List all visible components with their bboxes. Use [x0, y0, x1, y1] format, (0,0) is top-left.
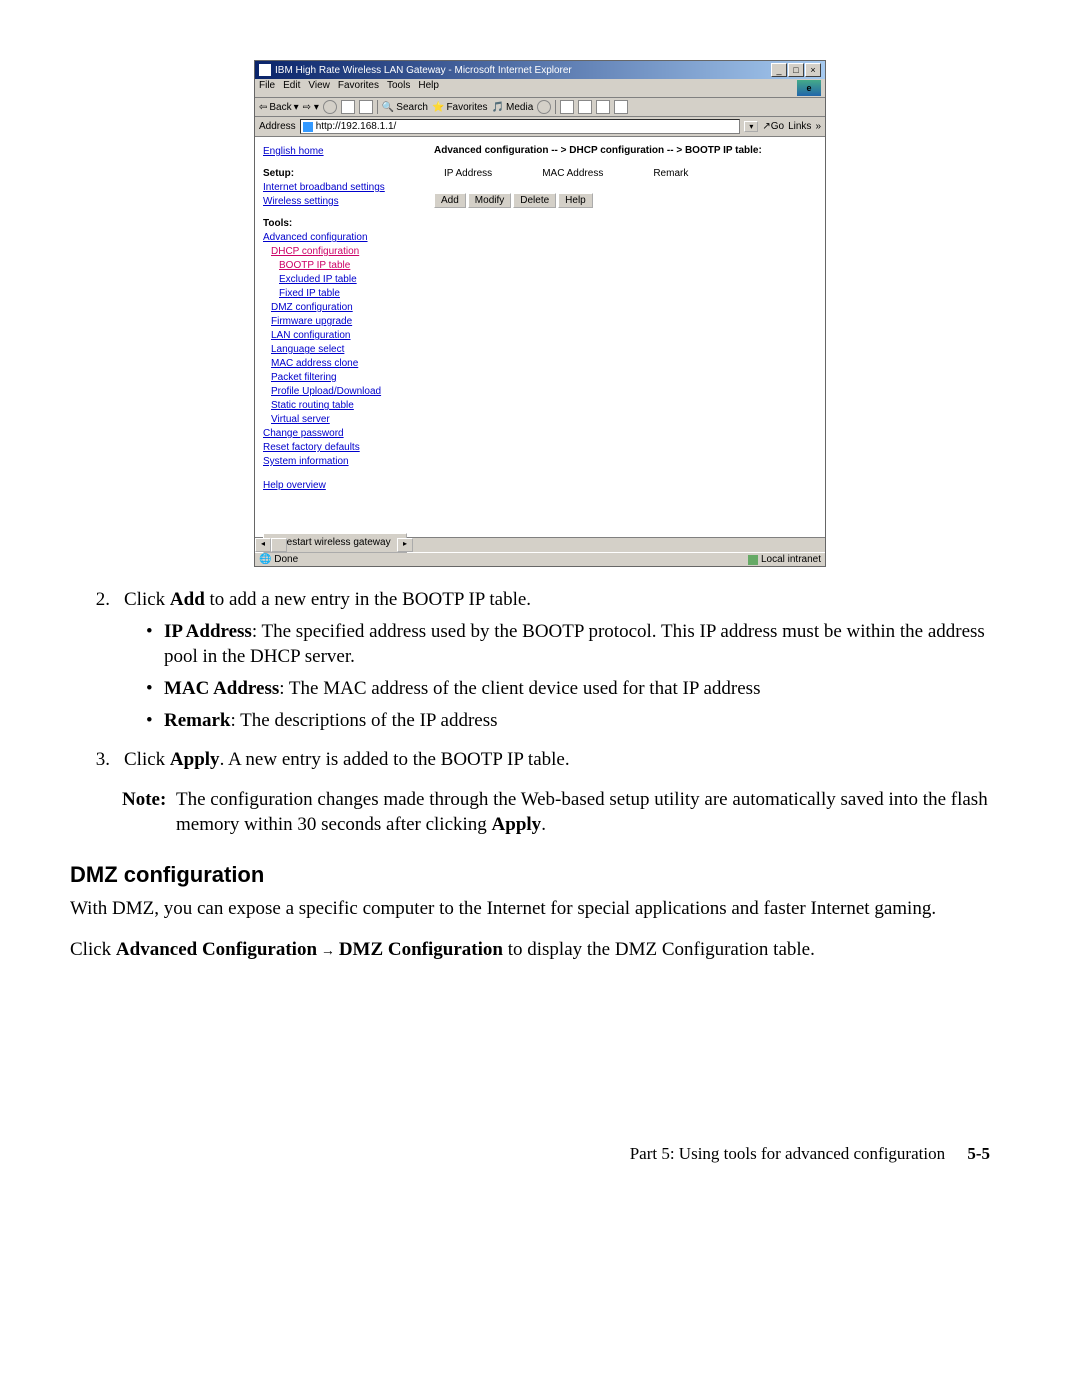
- scroll-left-icon[interactable]: ◂: [255, 538, 271, 552]
- document-body: 2. Click Add to add a new entry in the B…: [70, 587, 1010, 1166]
- minimize-button[interactable]: _: [771, 63, 787, 77]
- nav-mac-clone[interactable]: MAC address clone: [271, 357, 418, 371]
- menu-edit[interactable]: Edit: [283, 80, 300, 96]
- scroll-thumb[interactable]: [271, 538, 287, 552]
- nav-wireless-settings[interactable]: Wireless settings: [263, 195, 418, 209]
- titlebar: IBM High Rate Wireless LAN Gateway - Mic…: [255, 61, 825, 79]
- nav-static-routing[interactable]: Static routing table: [271, 399, 418, 413]
- nav-language-select[interactable]: Language select: [271, 343, 418, 357]
- nav-profile-updown[interactable]: Profile Upload/Download: [271, 385, 418, 399]
- edit-icon[interactable]: [596, 100, 610, 114]
- scroll-right-icon[interactable]: ▸: [397, 538, 413, 552]
- nav-advanced-config[interactable]: Advanced configuration: [263, 231, 418, 245]
- mail-icon[interactable]: [560, 100, 574, 114]
- note-text: The configuration changes made through t…: [176, 787, 1010, 838]
- zone-icon: [748, 555, 758, 565]
- help-button[interactable]: Help: [558, 193, 593, 208]
- col-ip: IP Address: [444, 168, 492, 179]
- status-text: 🌐 Done: [259, 554, 298, 565]
- nav-reset-factory[interactable]: Reset factory defaults: [263, 441, 418, 455]
- media-button[interactable]: 🎵Media: [492, 102, 534, 113]
- discuss-icon[interactable]: [614, 100, 628, 114]
- nav-dhcp-config[interactable]: DHCP configuration: [271, 245, 418, 259]
- nav-fixed-ip[interactable]: Fixed IP table: [279, 287, 418, 301]
- step-2-text: Click Add to add a new entry in the BOOT…: [124, 589, 531, 610]
- print-icon[interactable]: [578, 100, 592, 114]
- dmz-paragraph-1: With DMZ, you can expose a specific comp…: [70, 896, 1010, 922]
- maximize-button[interactable]: □: [788, 63, 804, 77]
- nav-bootp-ip-table[interactable]: BOOTP IP table: [279, 259, 418, 273]
- address-label: Address: [259, 121, 296, 132]
- close-button[interactable]: ×: [805, 63, 821, 77]
- links-label[interactable]: Links: [788, 121, 811, 132]
- step-2-number: 2.: [70, 587, 124, 739]
- menu-favorites[interactable]: Favorites: [338, 80, 379, 96]
- nav-excluded-ip[interactable]: Excluded IP table: [279, 273, 418, 287]
- col-mac: MAC Address: [542, 168, 603, 179]
- bullet-icon: •: [146, 676, 164, 702]
- nav-lan-config[interactable]: LAN configuration: [271, 329, 418, 343]
- bullet-mac-address: MAC Address: The MAC address of the clie…: [164, 676, 760, 702]
- address-dropdown[interactable]: ▾: [744, 121, 758, 132]
- modify-button[interactable]: Modify: [468, 193, 511, 208]
- menu-view[interactable]: View: [308, 80, 330, 96]
- note-label: Note:: [122, 787, 176, 838]
- go-button[interactable]: ↗Go: [762, 121, 784, 132]
- bullet-ip-address: IP Address: The specified address used b…: [164, 619, 1010, 670]
- dmz-paragraph-2: Click Advanced Configuration → DMZ Confi…: [70, 937, 1010, 963]
- nav-system-info[interactable]: System information: [263, 455, 418, 469]
- nav-english-home[interactable]: English home: [263, 145, 418, 159]
- nav-internet-broadband[interactable]: Internet broadband settings: [263, 181, 418, 195]
- breadcrumb: Advanced configuration -- > DHCP configu…: [434, 145, 817, 156]
- security-zone: Local intranet: [748, 554, 821, 565]
- nav-dmz-config[interactable]: DMZ configuration: [271, 301, 418, 315]
- col-remark: Remark: [653, 168, 688, 179]
- browser-window: IBM High Rate Wireless LAN Gateway - Mic…: [254, 60, 826, 567]
- ie-ico: [259, 64, 271, 76]
- history-icon[interactable]: [537, 100, 551, 114]
- refresh-icon[interactable]: [341, 100, 355, 114]
- window-title: IBM High Rate Wireless LAN Gateway - Mic…: [275, 65, 572, 76]
- main-pane: Advanced configuration -- > DHCP configu…: [426, 137, 825, 537]
- status-bar: 🌐 Done Local intranet: [255, 552, 825, 566]
- back-button[interactable]: ⇦ Back ▾: [259, 102, 299, 113]
- nav-virtual-server[interactable]: Virtual server: [271, 413, 418, 427]
- menu-help[interactable]: Help: [418, 80, 439, 96]
- delete-button[interactable]: Delete: [513, 193, 556, 208]
- bullet-icon: •: [146, 708, 164, 734]
- address-value: http://192.168.1.1/: [316, 121, 397, 132]
- menubar: File Edit View Favorites Tools Help e: [255, 79, 825, 98]
- ie-logo-icon: e: [797, 80, 821, 96]
- bullet-remark: Remark: The descriptions of the IP addre…: [164, 708, 498, 734]
- page-icon: [303, 122, 313, 132]
- nav-packet-filtering[interactable]: Packet filtering: [271, 371, 418, 385]
- address-bar: Address http://192.168.1.1/ ▾ ↗Go Links»: [255, 117, 825, 137]
- stop-icon[interactable]: [323, 100, 337, 114]
- step-3-text: Click Apply. A new entry is added to the…: [124, 747, 1010, 773]
- menu-tools[interactable]: Tools: [387, 80, 410, 96]
- search-button[interactable]: 🔍Search: [382, 102, 428, 113]
- forward-button[interactable]: ⇨ ▾: [303, 102, 319, 113]
- nav-firmware-upgrade[interactable]: Firmware upgrade: [271, 315, 418, 329]
- home-icon[interactable]: [359, 100, 373, 114]
- favorites-button[interactable]: ⭐Favorites: [432, 102, 488, 113]
- nav-setup-header: Setup:: [263, 167, 418, 181]
- page-content: English home Setup: Internet broadband s…: [255, 137, 825, 537]
- toolbar: ⇦ Back ▾ ⇨ ▾ 🔍Search ⭐Favorites 🎵Media: [255, 98, 825, 117]
- sidebar: English home Setup: Internet broadband s…: [255, 137, 426, 537]
- nav-tools-header: Tools:: [263, 217, 418, 231]
- nav-help-overview[interactable]: Help overview: [263, 479, 418, 493]
- nav-change-password[interactable]: Change password: [263, 427, 418, 441]
- add-button[interactable]: Add: [434, 193, 466, 208]
- bullet-icon: •: [146, 619, 164, 670]
- address-input[interactable]: http://192.168.1.1/: [300, 119, 741, 134]
- page-footer: Part 5: Using tools for advanced configu…: [70, 1143, 1010, 1166]
- heading-dmz: DMZ configuration: [70, 860, 1010, 890]
- page-number: 5-5: [967, 1144, 990, 1163]
- step-3-number: 3.: [70, 747, 124, 773]
- menu-file[interactable]: File: [259, 80, 275, 96]
